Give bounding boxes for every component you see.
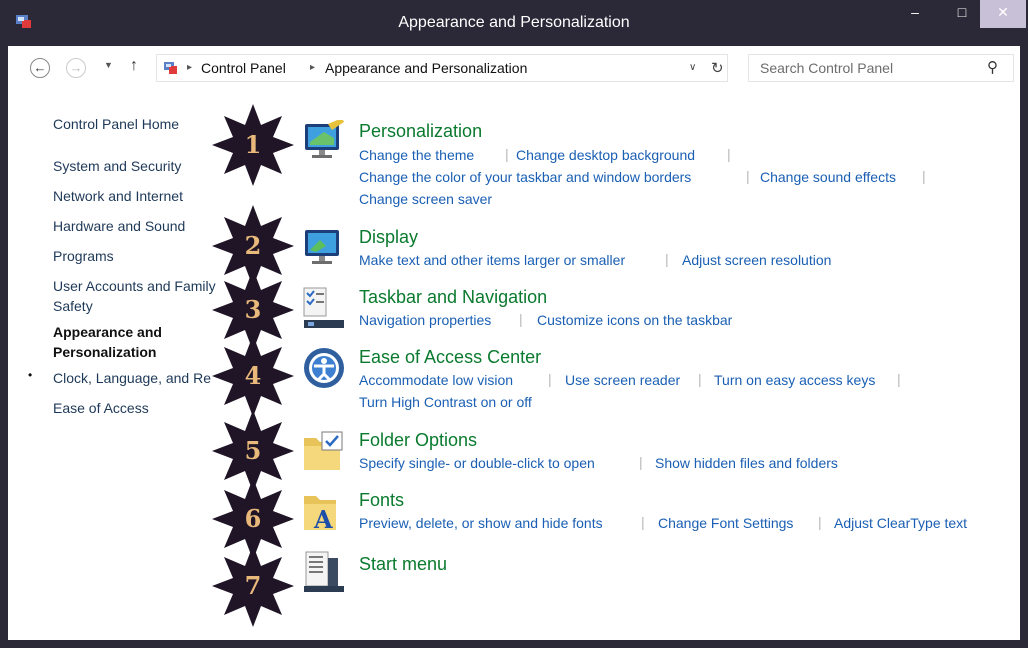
task-separator: | (746, 168, 750, 184)
task-low-vision[interactable]: Accommodate low vision (359, 372, 513, 388)
folder-options-title[interactable]: Folder Options (359, 430, 477, 451)
taskbar-icon[interactable] (302, 286, 346, 330)
sidebar-item-user-accounts[interactable]: User Accounts and Family (53, 276, 216, 296)
search-icon[interactable]: ⚲ (987, 58, 998, 76)
taskbar-navigation-title[interactable]: Taskbar and Navigation (359, 287, 547, 308)
up-button[interactable]: ↑ (130, 57, 138, 75)
window-title: Appearance and Personalization (398, 14, 630, 31)
fonts-icon[interactable]: A (302, 490, 346, 534)
sidebar-item-appearance: Appearance and (53, 324, 162, 340)
client-area: ← → ▼ ↑ ▸ Control Panel ▸ Appearance and… (8, 46, 1020, 640)
back-button[interactable]: ← (30, 58, 50, 78)
control-panel-icon (164, 62, 177, 74)
task-font-settings[interactable]: Change Font Settings (658, 515, 793, 531)
search-input[interactable]: Search Control Panel (760, 60, 893, 76)
sidebar-item-user-accounts-line2[interactable]: Safety (53, 296, 93, 316)
task-cleartype[interactable]: Adjust ClearType text (834, 515, 967, 531)
refresh-icon[interactable]: ↻ (711, 59, 724, 77)
marker-4: 4 (210, 333, 296, 419)
address-bar[interactable]: ▸ Control Panel ▸ Appearance and Persona… (156, 54, 728, 82)
personalization-title[interactable]: Personalization (359, 121, 482, 142)
task-customize-taskbar-icons[interactable]: Customize icons on the taskbar (537, 312, 732, 328)
task-separator: | (818, 514, 822, 530)
recent-locations-icon[interactable]: ▼ (104, 60, 113, 70)
task-separator: | (897, 371, 901, 387)
task-separator: | (548, 371, 552, 387)
close-button[interactable]: ✕ (980, 0, 1026, 28)
task-easy-access-keys[interactable]: Turn on easy access keys (714, 372, 875, 388)
ease-of-access-title[interactable]: Ease of Access Center (359, 347, 541, 368)
task-separator: | (665, 251, 669, 267)
breadcrumb-appearance[interactable]: Appearance and Personalization (325, 60, 527, 76)
task-single-double-click[interactable]: Specify single- or double-click to open (359, 455, 595, 471)
task-navigation-properties[interactable]: Navigation properties (359, 312, 491, 328)
svg-text:A: A (313, 505, 333, 534)
task-separator: | (519, 311, 523, 327)
task-change-desktop-background[interactable]: Change desktop background (516, 147, 695, 163)
breadcrumb-separator-icon: ▸ (310, 62, 316, 73)
sidebar-item-network[interactable]: Network and Internet (53, 186, 183, 206)
sidebar-item-ease-of-access[interactable]: Ease of Access (53, 398, 149, 418)
sidebar-item-home[interactable]: Control Panel Home (53, 114, 179, 134)
marker-7: 7 (210, 543, 296, 629)
marker-number: 4 (244, 361, 262, 390)
current-item-bullet: • (28, 368, 33, 382)
marker-number: 7 (244, 571, 262, 600)
personalization-icon[interactable] (302, 120, 346, 164)
task-separator: | (639, 454, 643, 470)
minimize-button[interactable]: – (892, 0, 938, 28)
address-dropdown-icon[interactable]: ∨ (689, 62, 696, 73)
task-change-taskbar-color[interactable]: Change the color of your taskbar and win… (359, 169, 691, 185)
task-adjust-resolution[interactable]: Adjust screen resolution (682, 252, 831, 268)
task-change-theme[interactable]: Change the theme (359, 147, 474, 163)
start-menu-icon[interactable] (302, 550, 346, 594)
task-separator: | (698, 371, 702, 387)
sidebar-item-system-security[interactable]: System and Security (53, 156, 181, 176)
display-title[interactable]: Display (359, 227, 418, 248)
ease-of-access-icon[interactable] (302, 346, 346, 390)
breadcrumb-control-panel[interactable]: Control Panel (201, 60, 286, 76)
sidebar-item-clock-language[interactable]: Clock, Language, and Re (53, 368, 211, 388)
task-text-size[interactable]: Make text and other items larger or smal… (359, 252, 625, 268)
task-change-sound-effects[interactable]: Change sound effects (760, 169, 896, 185)
start-menu-title[interactable]: Start menu (359, 554, 447, 575)
task-separator: | (727, 146, 731, 162)
task-separator: | (505, 146, 509, 162)
sidebar-item-appearance-line2: Personalization (53, 344, 157, 360)
task-screen-reader[interactable]: Use screen reader (565, 372, 680, 388)
sidebar-item-programs[interactable]: Programs (53, 246, 114, 266)
task-high-contrast[interactable]: Turn High Contrast on or off (359, 394, 532, 410)
title-bar[interactable]: Appearance and Personalization – □ ✕ (0, 0, 1028, 46)
sidebar: Control Panel Home System and Security N… (8, 90, 238, 630)
breadcrumb-separator-icon: ▸ (187, 62, 193, 73)
task-show-hidden-files[interactable]: Show hidden files and folders (655, 455, 838, 471)
folder-options-icon[interactable] (302, 430, 346, 474)
search-box[interactable]: Search Control Panel ⚲ (748, 54, 1014, 82)
marker-1: 1 (210, 102, 296, 188)
navigation-bar: ← → ▼ ↑ ▸ Control Panel ▸ Appearance and… (8, 46, 1020, 90)
fonts-title[interactable]: Fonts (359, 490, 404, 511)
window: Appearance and Personalization – □ ✕ ← →… (0, 0, 1028, 648)
task-separator: | (641, 514, 645, 530)
maximize-button[interactable]: □ (944, 0, 980, 28)
task-preview-fonts[interactable]: Preview, delete, or show and hide fonts (359, 515, 603, 531)
sidebar-item-hardware[interactable]: Hardware and Sound (53, 216, 185, 236)
task-separator: | (922, 168, 926, 184)
marker-number: 1 (244, 130, 262, 159)
forward-button[interactable]: → (66, 58, 86, 78)
task-change-screen-saver[interactable]: Change screen saver (359, 191, 492, 207)
display-icon[interactable] (302, 226, 346, 270)
